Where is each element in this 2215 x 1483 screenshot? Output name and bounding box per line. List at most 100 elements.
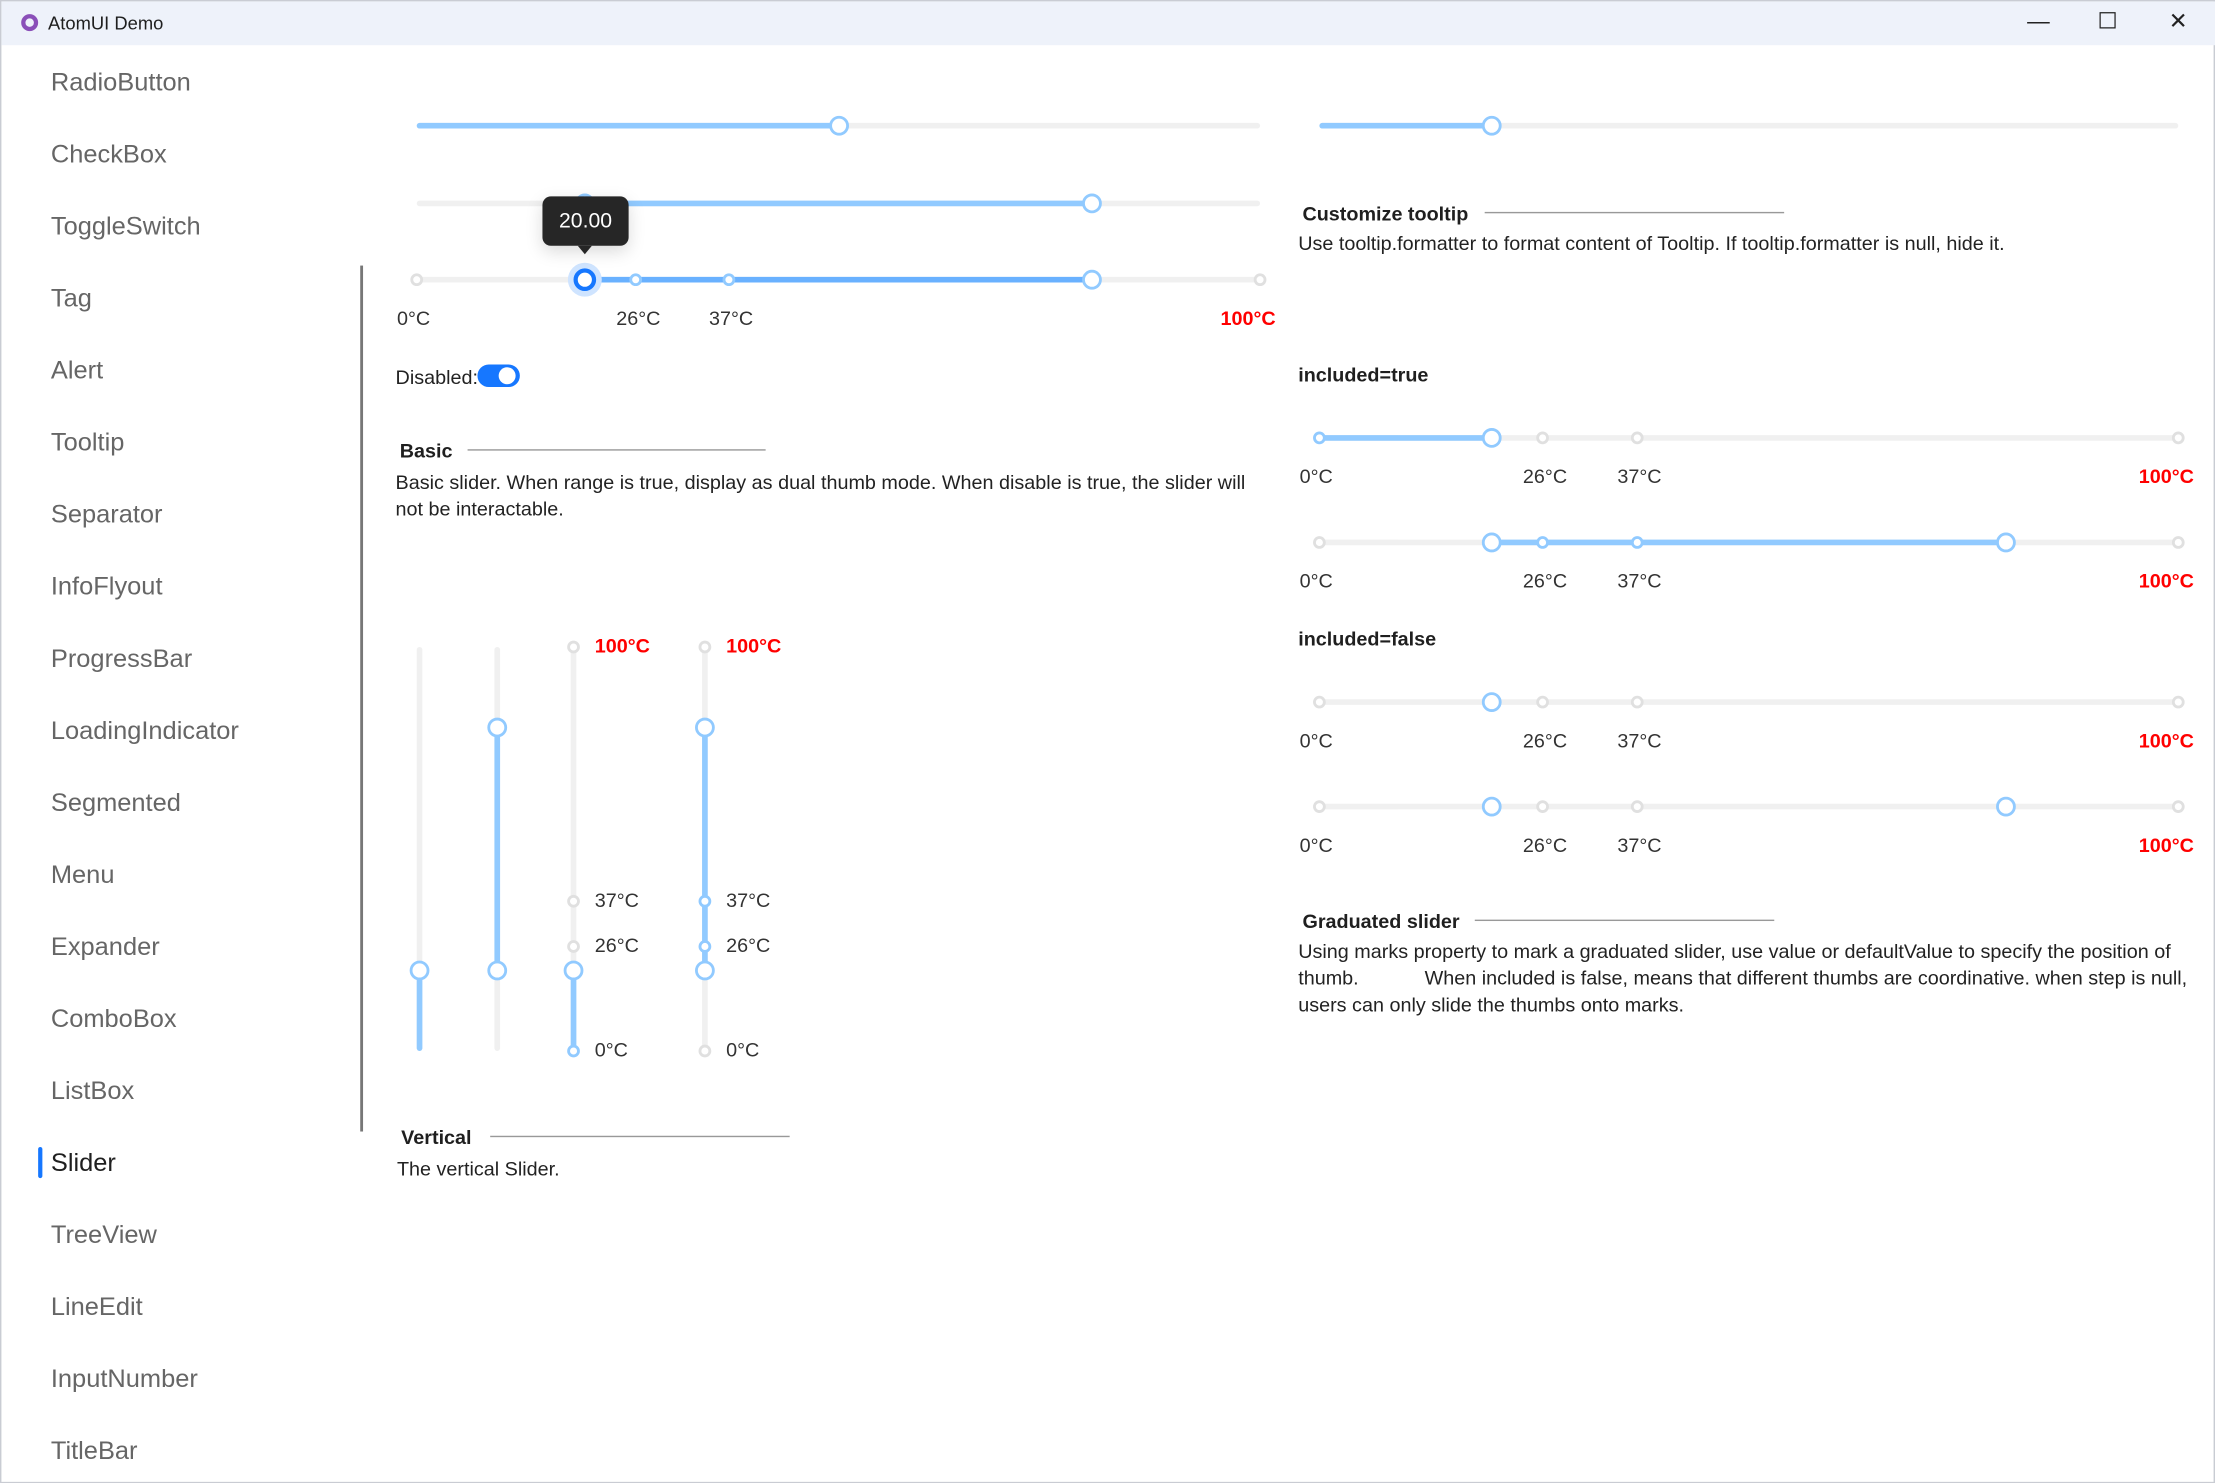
sidebar-item-toggleswitch[interactable]: ToggleSwitch xyxy=(51,209,201,243)
slider-mark-dot xyxy=(567,640,580,654)
sidebar-item-lineedit[interactable]: LineEdit xyxy=(51,1290,143,1324)
slider-fill xyxy=(702,727,708,971)
slider-thumb[interactable] xyxy=(695,960,715,981)
sidebar-item-tag[interactable]: Tag xyxy=(51,281,92,315)
slider-mark-dot xyxy=(698,939,712,953)
slider-thumb[interactable] xyxy=(487,960,508,981)
slider-mark-label: 26°C xyxy=(726,933,771,956)
sidebar-item-infoflyout[interactable]: InfoFlyout xyxy=(51,569,163,603)
slider-mark-label: 0°C xyxy=(1299,728,1333,752)
slider-mark-label: 0°C xyxy=(1299,569,1333,592)
slider-mark-label: 26°C xyxy=(1522,833,1568,857)
slider-mark-dot xyxy=(1313,800,1326,813)
slider-mark-dot xyxy=(410,273,424,287)
slider-thumb[interactable] xyxy=(1481,532,1502,553)
sidebar-item-titlebar[interactable]: TitleBar xyxy=(51,1434,138,1468)
slider-mark-dot xyxy=(698,640,712,654)
sidebar-item-treeview[interactable]: TreeView xyxy=(51,1218,157,1252)
slider-track[interactable] xyxy=(1319,699,2179,705)
included-false-label: included=false xyxy=(1298,627,1437,650)
sidebar-scrollbar[interactable] xyxy=(360,265,364,1132)
slider-mark-label: 26°C xyxy=(594,933,639,956)
close-button[interactable]: ✕ xyxy=(2150,7,2207,41)
slider-mark-dot xyxy=(1630,536,1644,549)
sidebar-item-expander[interactable]: Expander xyxy=(51,930,160,964)
slider-mark-dot xyxy=(698,895,712,908)
slider-mark-dot xyxy=(1630,431,1644,445)
slider-mark-dot xyxy=(1313,536,1326,549)
customize-heading: Customize tooltip xyxy=(1302,202,1469,225)
slider-mark-dot xyxy=(567,939,580,953)
slider-mark-label: 100°C xyxy=(2138,569,2194,592)
minimize-button[interactable]: — xyxy=(2010,7,2067,41)
slider-fill xyxy=(494,727,501,971)
slider-mark-dot xyxy=(1536,695,1550,709)
sidebar-item-menu[interactable]: Menu xyxy=(51,857,115,891)
slider-mark-label: 37°C xyxy=(708,306,754,330)
slider-mark-dot xyxy=(1536,800,1550,813)
slider-mark-label: 100°C xyxy=(2138,464,2194,488)
slider-mark-label: 100°C xyxy=(2138,833,2194,857)
sidebar-item-separator[interactable]: Separator xyxy=(51,497,163,531)
slider-fill xyxy=(416,122,839,129)
slider-mark-dot xyxy=(1630,800,1644,813)
slider-mark-dot xyxy=(567,895,580,908)
sidebar-item-loadingindicator[interactable]: LoadingIndicator xyxy=(51,713,239,747)
slider-mark-label: 26°C xyxy=(616,306,661,330)
sidebar-item-alert[interactable]: Alert xyxy=(51,353,103,387)
slider-fill xyxy=(1491,539,2007,546)
sidebar-item-listbox[interactable]: ListBox xyxy=(51,1074,134,1108)
slider-mark-label: 100°C xyxy=(726,634,782,657)
separator xyxy=(467,449,766,451)
slider-mark-dot xyxy=(1313,695,1326,709)
slider-mark-dot xyxy=(1630,695,1644,709)
slider-thumb[interactable] xyxy=(1481,692,1502,712)
sidebar-item-checkbox[interactable]: CheckBox xyxy=(51,137,167,171)
slider-thumb[interactable] xyxy=(487,717,508,738)
slider-mark-label: 0°C xyxy=(726,1038,760,1061)
slider-thumb[interactable] xyxy=(1081,269,1102,290)
slider-thumb[interactable] xyxy=(695,717,715,738)
slider-mark-label: 37°C xyxy=(1617,833,1662,857)
window-title: AtomUI Demo xyxy=(48,12,164,34)
slider-thumb[interactable] xyxy=(1081,193,1102,214)
basic-heading: Basic xyxy=(399,439,453,462)
slider-fill xyxy=(570,970,577,1051)
slider-mark-label: 26°C xyxy=(1522,569,1568,592)
separator xyxy=(1484,211,1785,214)
slider-thumb[interactable] xyxy=(409,960,430,981)
slider-mark-dot xyxy=(1536,536,1550,549)
sidebar-item-combobox[interactable]: ComboBox xyxy=(51,1002,177,1036)
slider-mark-label: 37°C xyxy=(1617,464,1662,488)
slider-thumb[interactable] xyxy=(828,115,849,136)
basic-description: Basic slider. When range is true, displa… xyxy=(395,470,1246,520)
separator xyxy=(490,1135,790,1138)
separator xyxy=(1474,919,1775,922)
slider-thumb[interactable] xyxy=(1996,532,2017,553)
slider-thumb[interactable] xyxy=(1481,796,1502,817)
app-logo-icon xyxy=(21,14,39,32)
slider-mark-label: 26°C xyxy=(1522,464,1568,488)
sidebar-item-slider[interactable]: Slider xyxy=(51,1146,116,1180)
slider-mark-label: 0°C xyxy=(1299,833,1333,857)
slider-fill xyxy=(416,970,423,1051)
maximize-button[interactable]: ☐ xyxy=(2079,7,2136,41)
slider-thumb[interactable] xyxy=(1481,115,1502,136)
slider-mark-dot xyxy=(1536,431,1550,445)
sidebar-item-segmented[interactable]: Segmented xyxy=(51,785,181,819)
slider-thumb[interactable] xyxy=(1481,428,1502,448)
slider-tooltip: 20.00 xyxy=(542,196,629,246)
slider-fill xyxy=(1319,122,1492,129)
slider-thumb[interactable] xyxy=(574,268,597,292)
sidebar-item-progressbar[interactable]: ProgressBar xyxy=(51,641,192,675)
slider-track[interactable] xyxy=(1319,803,2179,810)
slider-thumb[interactable] xyxy=(1996,796,2017,817)
sidebar-item-radiobutton[interactable]: RadioButton xyxy=(51,65,191,99)
sidebar-item-tooltip[interactable]: Tooltip xyxy=(51,425,125,459)
app-window: AtomUI Demo — ☐ ✕ RadioButton CheckBox Tog… xyxy=(0,0,2215,1483)
slider-mark-dot xyxy=(2171,695,2185,709)
slider-mark-dot xyxy=(698,1044,712,1058)
slider-thumb[interactable] xyxy=(563,960,584,981)
slider-mark-label: 100°C xyxy=(1220,306,1276,330)
sidebar-item-inputnumber[interactable]: InputNumber xyxy=(51,1362,198,1396)
